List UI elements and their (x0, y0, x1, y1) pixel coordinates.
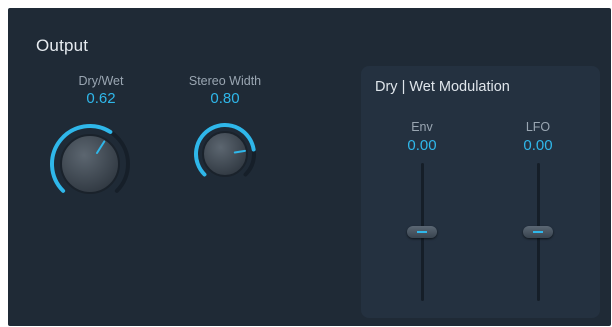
stereo-width-knob[interactable] (189, 118, 261, 190)
lfo-control: LFO 0.00 (498, 120, 578, 154)
section-title: Output (36, 36, 89, 55)
lfo-value: 0.00 (523, 137, 553, 154)
env-control: Env 0.00 (382, 120, 462, 154)
dry-wet-knob[interactable] (42, 116, 138, 212)
knob-body (60, 134, 120, 194)
env-fader-handle[interactable] (407, 226, 437, 238)
lfo-fader-handle[interactable] (523, 226, 553, 238)
dry-wet-value: 0.62 (86, 90, 116, 107)
output-panel: Output Dry/Wet 0.62 Stereo Width 0.80 Dr… (8, 8, 611, 326)
dry-wet-modulation-box: Dry | Wet Modulation Env 0.00 LFO 0.00 (361, 66, 600, 318)
dry-wet-control: Dry/Wet 0.62 (51, 74, 151, 107)
modulation-title: Dry | Wet Modulation (375, 79, 510, 95)
lfo-label: LFO (525, 120, 551, 134)
stereo-width-value: 0.80 (210, 90, 240, 107)
stereo-width-label: Stereo Width (188, 74, 262, 88)
env-label: Env (411, 120, 433, 134)
knob-body (202, 131, 248, 177)
env-value: 0.00 (407, 137, 437, 154)
stereo-width-control: Stereo Width 0.80 (175, 74, 275, 107)
dry-wet-label: Dry/Wet (78, 74, 124, 88)
